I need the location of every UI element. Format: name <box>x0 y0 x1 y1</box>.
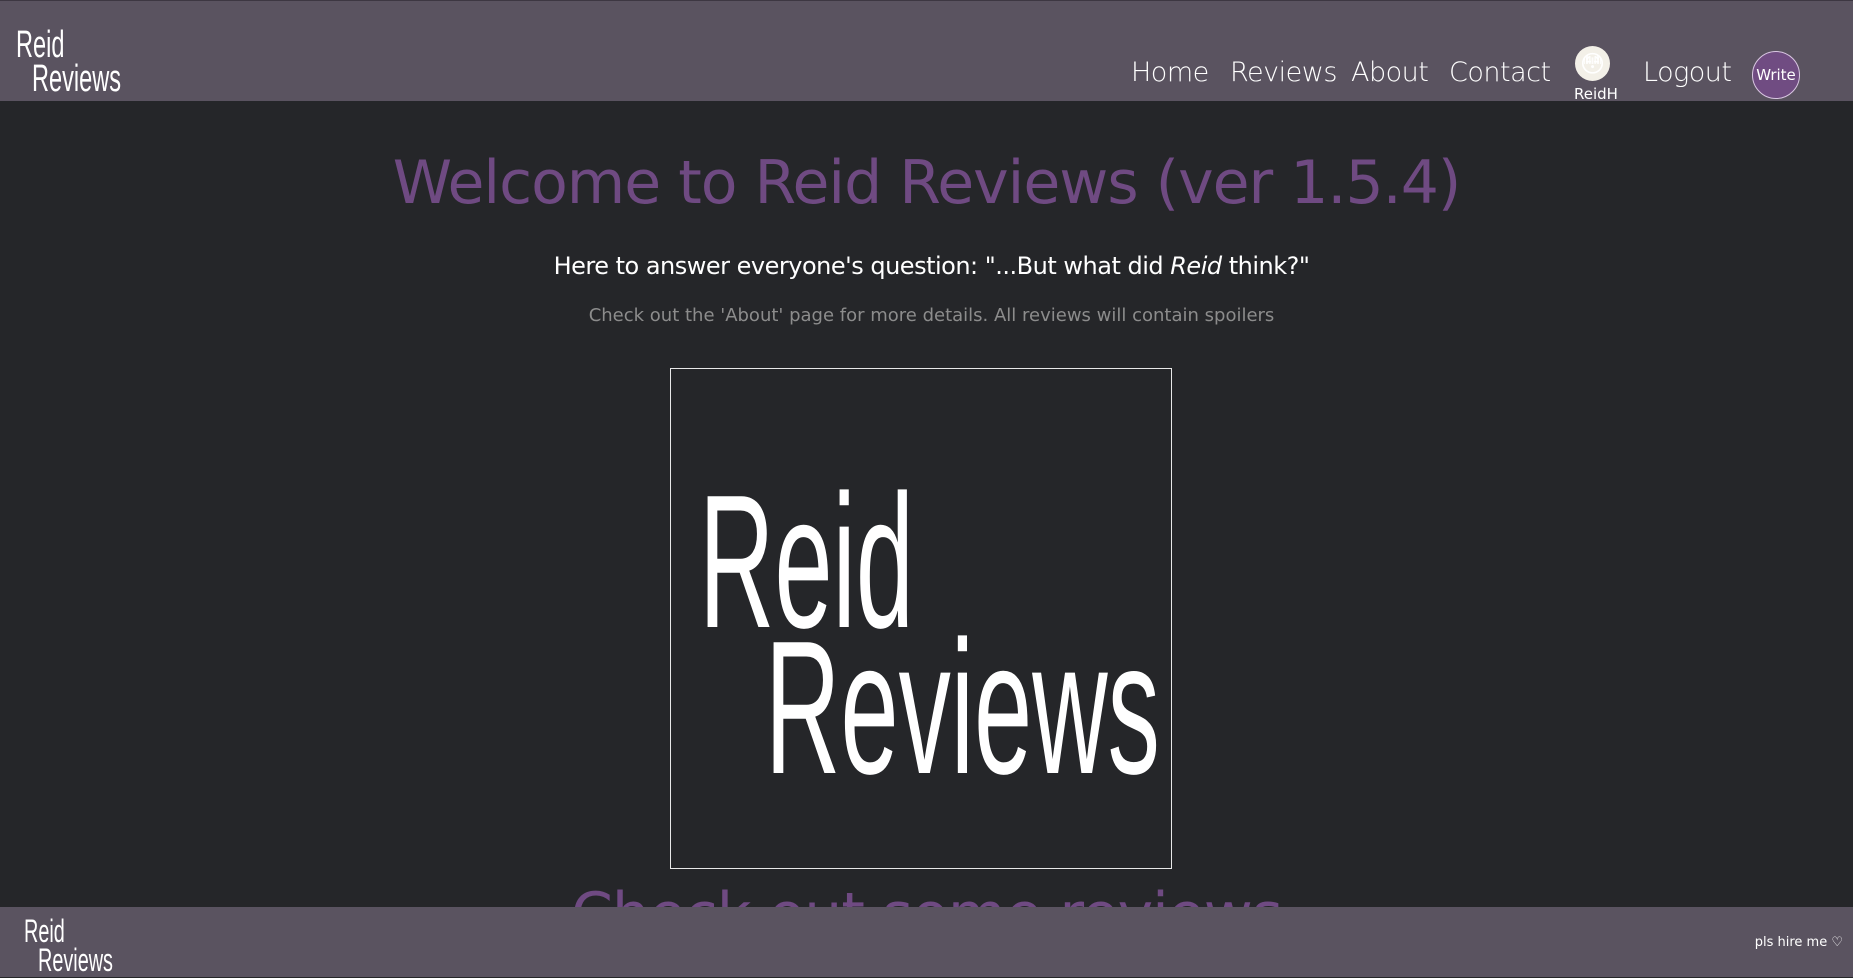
hire-me-text: pls hire me ♡ <box>1754 935 1843 950</box>
nav-home-link[interactable]: Home <box>1131 57 1209 88</box>
page-subtitle: Here to answer everyone's question: "...… <box>0 252 1853 280</box>
spoiler-note: Check out the 'About' page for more deta… <box>588 305 1275 326</box>
footer-logo[interactable]: Reid Reviews <box>24 915 159 976</box>
site-logo[interactable]: Reid Reviews <box>16 26 176 98</box>
hero-logo-line2: Reviews <box>765 602 1160 814</box>
user-name-label[interactable]: ReidH <box>1574 85 1618 103</box>
subtitle-emphasis: Reid <box>1170 252 1222 280</box>
nav-about-link[interactable]: About <box>1351 57 1429 88</box>
flushed-face-icon: 😳 <box>1579 49 1606 78</box>
subtitle-text-end: think?" <box>1221 252 1310 280</box>
hero-logo-image: Reid Reviews <box>670 368 1172 869</box>
page-title: Welcome to Reid Reviews (ver 1.5.4) <box>392 148 1462 218</box>
top-navbar: Reid Reviews Home Reviews About Contact … <box>0 0 1853 103</box>
subtitle-text-start: Here to answer everyone's question: "...… <box>553 252 1171 280</box>
nav-logout-link[interactable]: Logout <box>1643 57 1732 88</box>
hero-logo: Reid Reviews <box>699 467 1171 814</box>
footer: Reid Reviews pls hire me ♡ <box>0 907 1853 977</box>
nav-contact-link[interactable]: Contact <box>1449 57 1551 88</box>
write-button[interactable]: Write <box>1752 51 1800 99</box>
footer-logo-line2: Reviews <box>38 942 113 978</box>
user-avatar[interactable]: 😳 <box>1575 46 1610 81</box>
logo-line2: Reviews <box>32 58 122 100</box>
nav-reviews-link[interactable]: Reviews <box>1230 57 1337 88</box>
